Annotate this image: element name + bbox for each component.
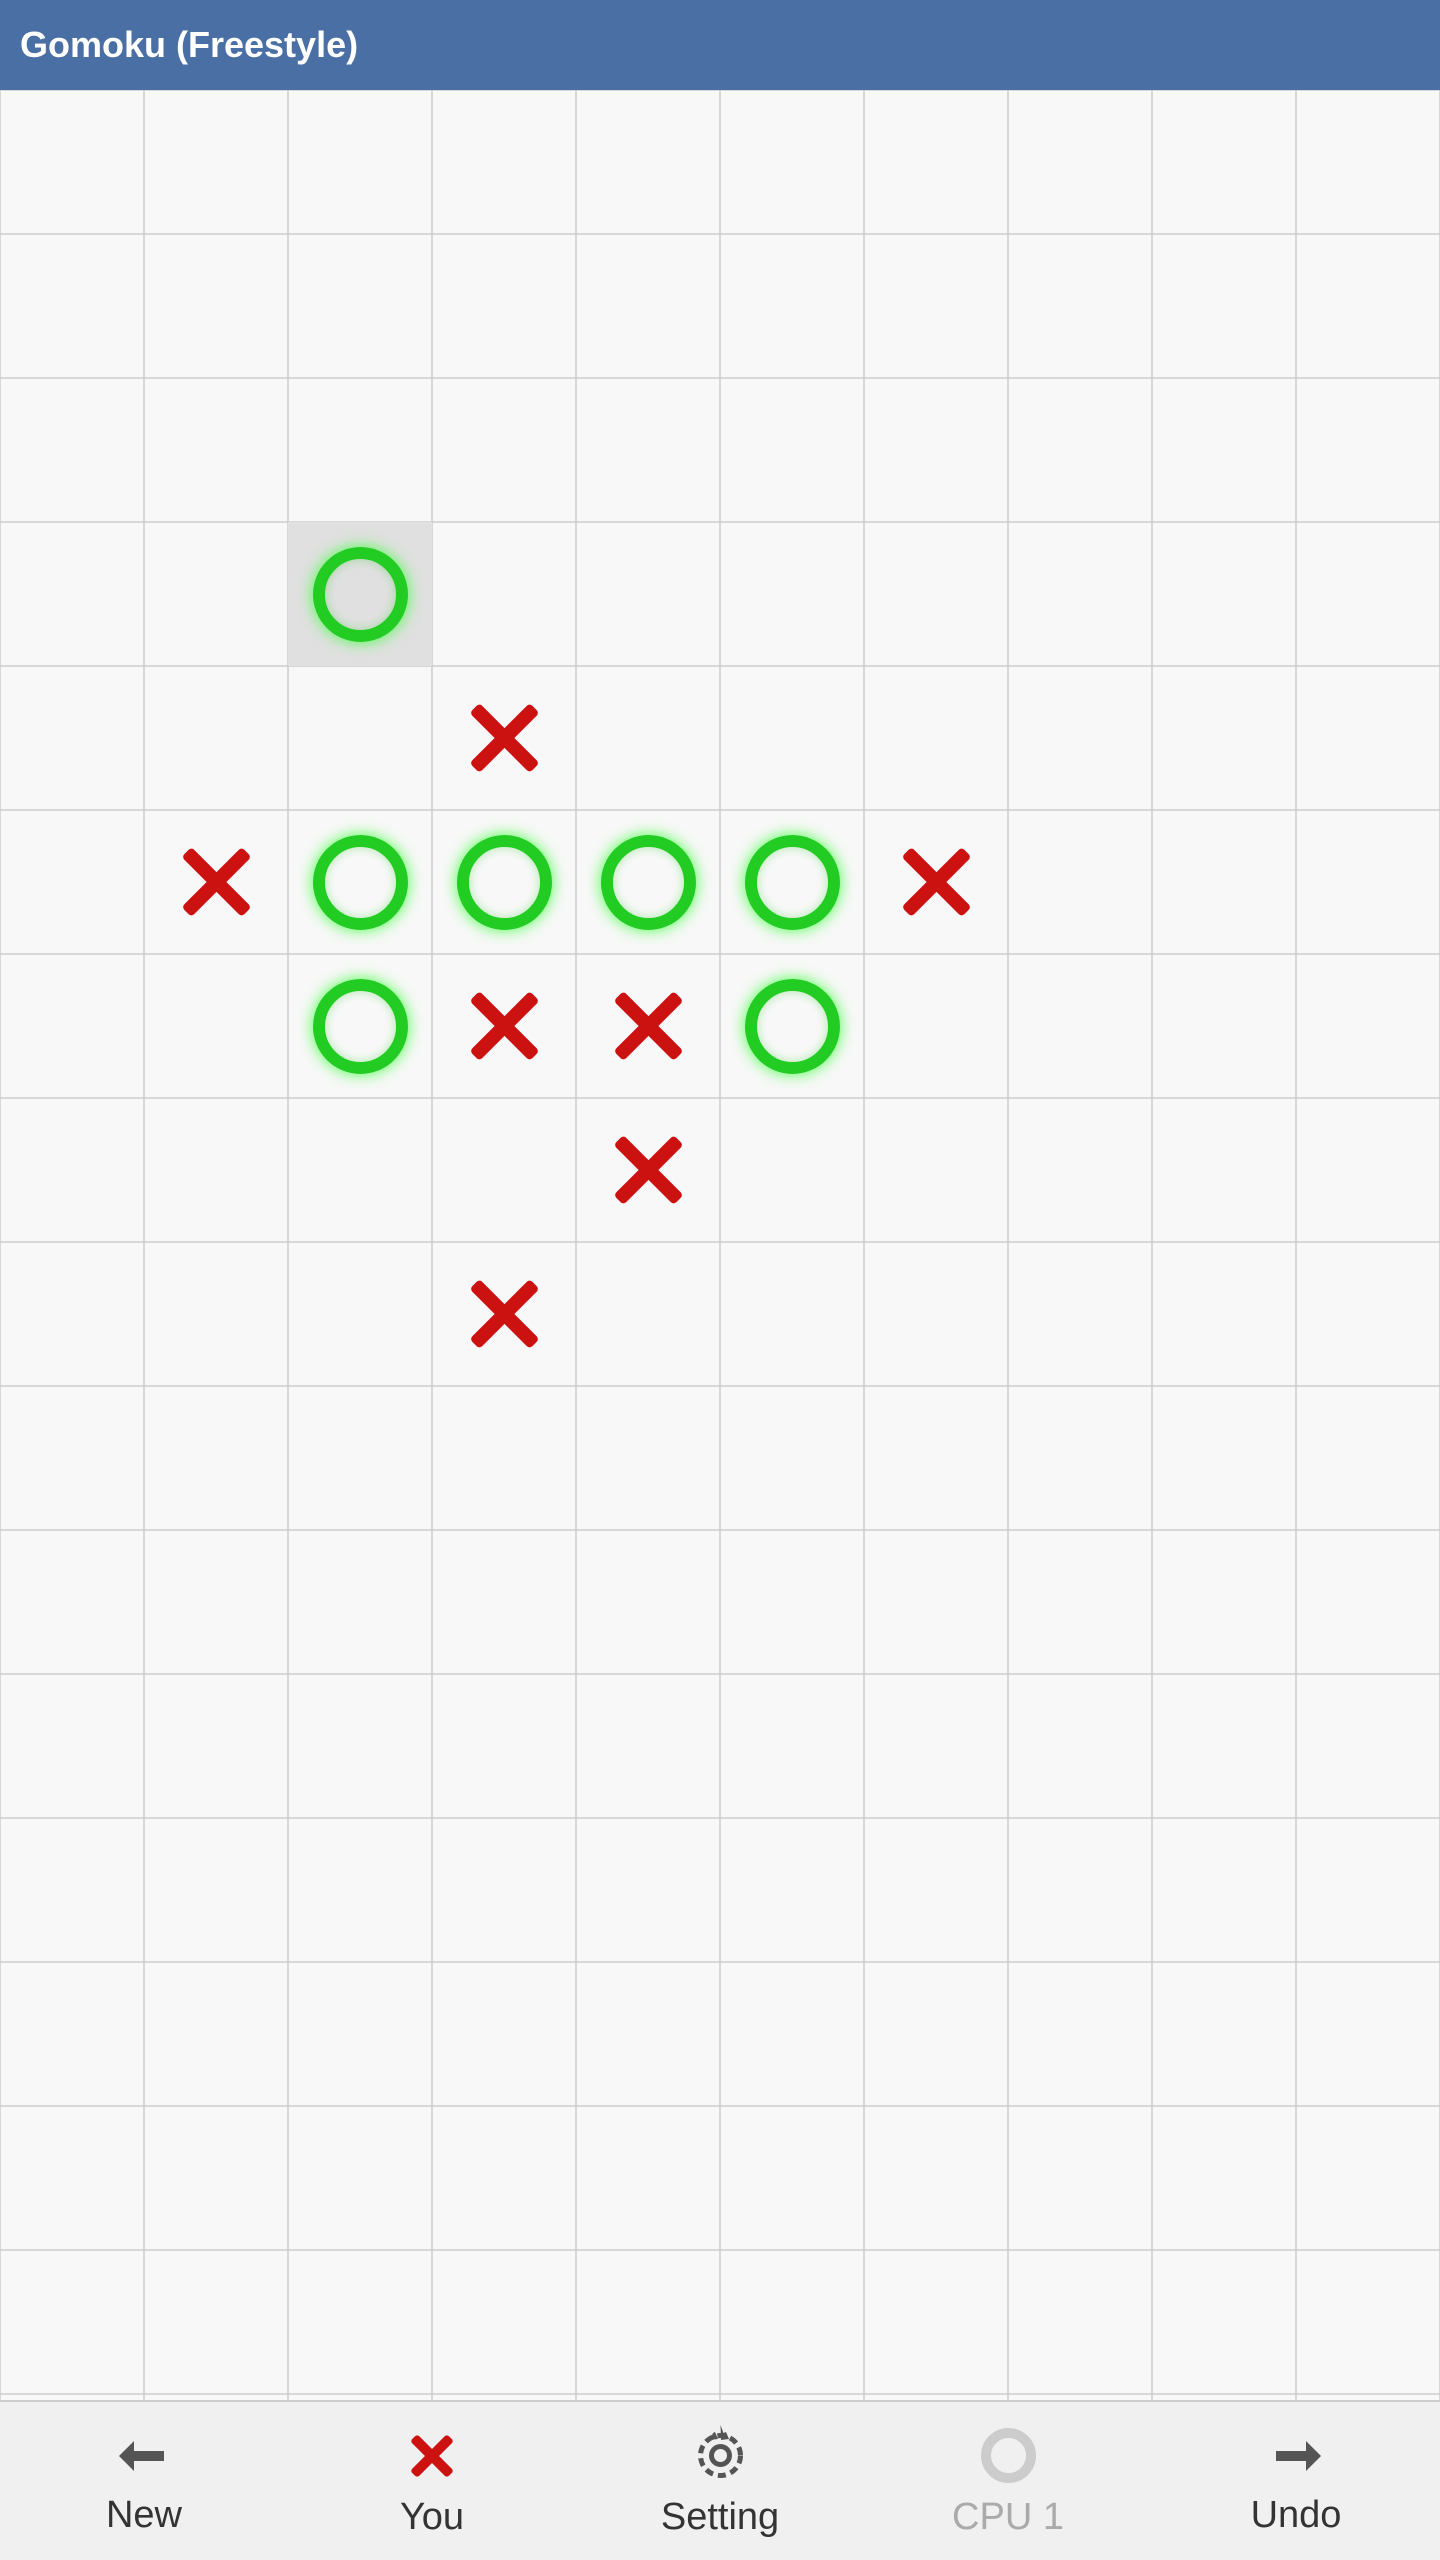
setting-button[interactable]: Setting — [576, 2402, 864, 2560]
x-piece — [606, 1128, 691, 1213]
piece-3 — [288, 810, 432, 954]
title-bar: Gomoku (Freestyle) — [0, 0, 1440, 90]
piece-5 — [576, 810, 720, 954]
grid-lines — [0, 90, 1440, 2400]
undo-label: Undo — [1251, 2494, 1342, 2537]
o-piece — [745, 979, 840, 1074]
piece-8 — [288, 954, 432, 1098]
x-piece — [462, 696, 547, 781]
undo-icon — [1261, 2426, 1331, 2486]
piece-11 — [720, 954, 864, 1098]
o-piece — [601, 835, 696, 930]
o-piece — [313, 979, 408, 1074]
x-piece — [894, 840, 979, 925]
you-button[interactable]: You — [288, 2402, 576, 2560]
piece-12 — [576, 1098, 720, 1242]
o-piece — [313, 835, 408, 930]
you-label: You — [400, 2496, 464, 2539]
x-piece — [606, 984, 691, 1069]
cpu-label: CPU 1 — [952, 2496, 1064, 2539]
bottom-bar: New You Setting CPU 1 Undo — [0, 2400, 1440, 2560]
o-piece — [457, 835, 552, 930]
cpu-button[interactable]: CPU 1 — [864, 2402, 1152, 2560]
piece-2 — [144, 810, 288, 954]
o-piece — [745, 835, 840, 930]
piece-13 — [432, 1242, 576, 1386]
game-title: Gomoku (Freestyle) — [20, 24, 358, 66]
gear-icon — [688, 2423, 753, 2488]
cpu-icon — [976, 2423, 1041, 2488]
new-label: New — [106, 2494, 182, 2537]
x-piece — [462, 1272, 547, 1357]
piece-4 — [432, 810, 576, 954]
new-button[interactable]: New — [0, 2402, 288, 2560]
piece-1 — [432, 666, 576, 810]
x-piece — [462, 984, 547, 1069]
piece-9 — [432, 954, 576, 1098]
game-board[interactable] — [0, 90, 1440, 2400]
piece-10 — [576, 954, 720, 1098]
setting-label: Setting — [661, 2496, 779, 2539]
you-icon — [400, 2423, 465, 2488]
piece-6 — [720, 810, 864, 954]
undo-button[interactable]: Undo — [1152, 2402, 1440, 2560]
x-piece — [174, 840, 259, 925]
piece-0 — [288, 522, 432, 666]
o-piece — [313, 547, 408, 642]
piece-7 — [864, 810, 1008, 954]
new-icon — [109, 2426, 179, 2486]
